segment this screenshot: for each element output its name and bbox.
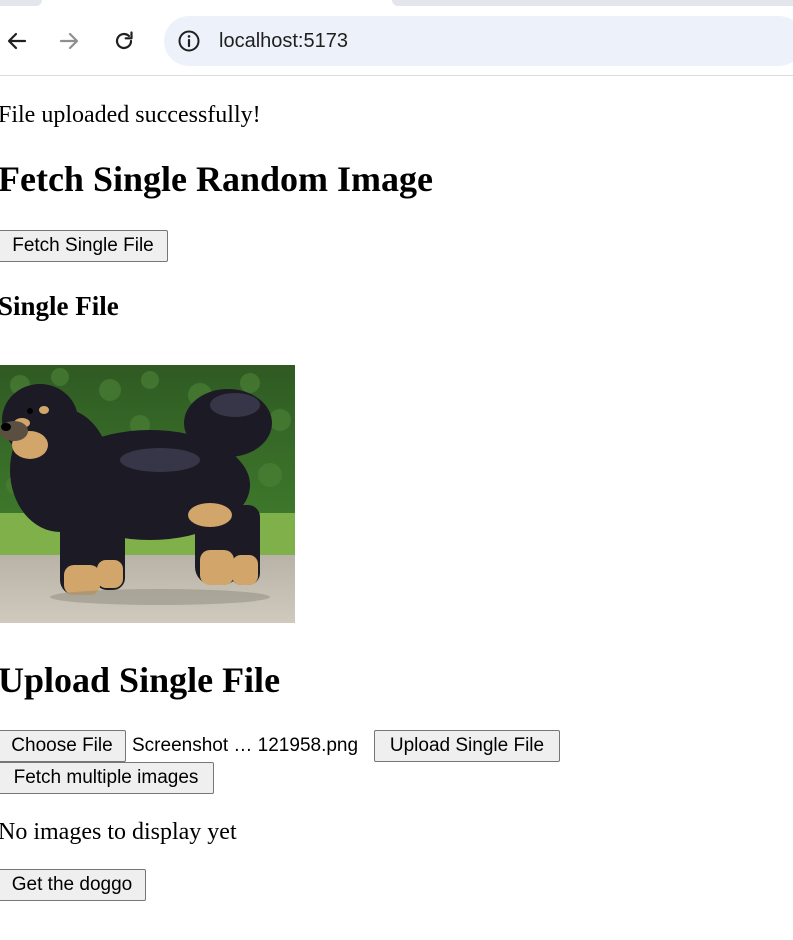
reload-button[interactable] (106, 23, 142, 59)
forward-button[interactable] (51, 23, 87, 59)
address-bar[interactable]: localhost:5173 (164, 16, 793, 66)
no-images-message: No images to display yet (0, 819, 237, 845)
upload-single-file-button[interactable]: Upload Single File (374, 730, 560, 762)
single-file-heading: Single File (0, 291, 119, 321)
back-button[interactable] (0, 23, 35, 59)
page-content: File uploaded successfully! Fetch Single… (0, 77, 793, 940)
site-info-button[interactable] (175, 27, 203, 55)
fetch-single-heading: Fetch Single Random Image (0, 159, 433, 199)
fetch-multiple-images-button[interactable]: Fetch multiple images (0, 762, 214, 794)
choose-file-button[interactable]: Choose File (0, 730, 126, 762)
arrow-right-icon (59, 32, 79, 50)
arrow-left-icon (7, 32, 27, 50)
fetch-single-file-button[interactable]: Fetch Single File (0, 230, 168, 262)
tab-strip-edge (392, 0, 793, 6)
tab-strip-edge (0, 0, 42, 6)
chosen-file-name: Screenshot … 121958.png (132, 735, 359, 756)
reload-icon (115, 31, 133, 50)
upload-status-message: File uploaded successfully! (0, 102, 261, 128)
dog-image (0, 365, 295, 623)
get-the-doggo-button[interactable]: Get the doggo (0, 869, 146, 901)
url-text[interactable]: localhost:5173 (219, 29, 348, 53)
upload-single-heading: Upload Single File (0, 660, 281, 700)
browser-toolbar: localhost:5173 (0, 0, 793, 76)
info-icon (178, 30, 200, 52)
